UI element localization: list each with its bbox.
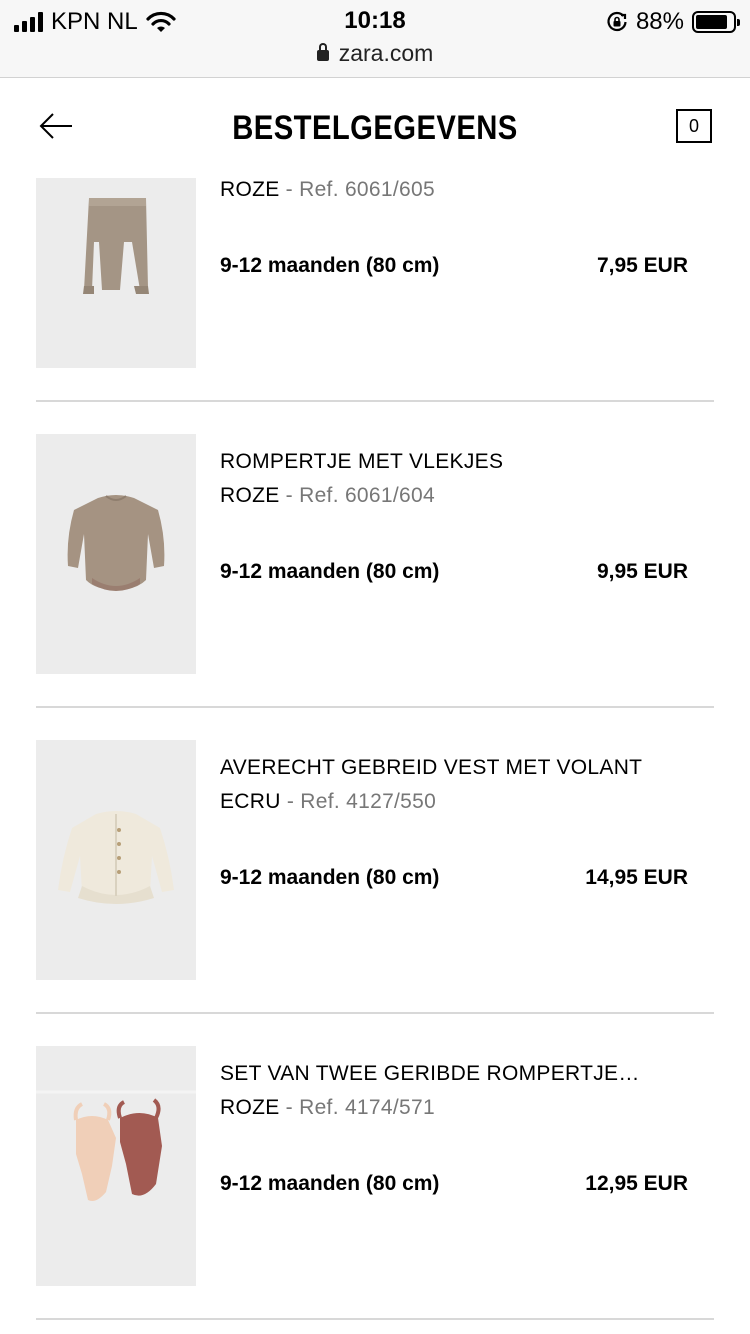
item-ref-number: Ref. 4127/550 bbox=[300, 790, 437, 813]
item-name: ROMPERTJE MET VLEKJES bbox=[220, 450, 504, 473]
ref-separator: - bbox=[279, 484, 300, 507]
order-item[interactable]: ROMPERTJE MET VLEKJES ROZE - Ref. 6061/6… bbox=[36, 434, 714, 674]
lock-icon bbox=[316, 43, 329, 61]
item-price: 12,95 EUR bbox=[585, 1172, 688, 1195]
product-image-cardigan[interactable] bbox=[36, 740, 196, 980]
divider bbox=[36, 1318, 714, 1320]
divider bbox=[36, 706, 714, 708]
item-color: ROZE bbox=[220, 178, 280, 201]
item-ref: ROZE - Ref. 6061/604 bbox=[220, 484, 714, 508]
item-price: 14,95 EUR bbox=[585, 866, 688, 889]
item-name: SET VAN TWEE GERIBDE ROMPERTJE… bbox=[220, 1062, 640, 1085]
orientation-lock-icon bbox=[607, 11, 627, 32]
order-item[interactable]: AVERECHT GEBREID VEST MET VOLANT ECRU - … bbox=[36, 740, 714, 980]
item-size-price: 9-12 maanden (80 cm) 7,95 EUR bbox=[220, 254, 688, 278]
page-header: BESTELGEGEVENS 0 bbox=[0, 79, 750, 175]
item-size-price: 9-12 maanden (80 cm) 9,95 EUR bbox=[220, 560, 688, 584]
item-ref: ROZE - Ref. 4174/571 bbox=[220, 1096, 714, 1120]
item-price: 9,95 EUR bbox=[596, 560, 688, 583]
bag-count: 0 bbox=[688, 115, 699, 136]
item-info: ROMPERTJE MET VLEKJES ROZE - Ref. 6061/6… bbox=[220, 450, 714, 508]
product-image-romper[interactable] bbox=[36, 434, 196, 674]
item-color: ROZE bbox=[220, 1096, 280, 1119]
item-size: 9-12 maanden (80 cm) bbox=[220, 560, 440, 583]
status-bar: KPN NL 10:18 88% zara.com bbox=[0, 0, 750, 78]
item-info: ROZE - Ref. 6061/605 bbox=[220, 178, 714, 202]
item-size-price: 9-12 maanden (80 cm) 14,95 EUR bbox=[220, 866, 688, 890]
status-right: 88% bbox=[606, 8, 740, 36]
item-price: 7,95 EUR bbox=[596, 254, 688, 277]
page-title: BESTELGEGEVENS bbox=[232, 109, 518, 147]
item-ref-number: Ref. 6061/605 bbox=[299, 178, 435, 201]
product-image-romper-set[interactable] bbox=[36, 1046, 196, 1286]
order-item[interactable]: ROZE - Ref. 6061/605 9-12 maanden (80 cm… bbox=[36, 178, 714, 368]
divider bbox=[36, 400, 714, 402]
order-item[interactable]: SET VAN TWEE GERIBDE ROMPERTJE… ROZE - R… bbox=[36, 1046, 714, 1286]
item-ref-number: Ref. 6061/604 bbox=[299, 484, 435, 507]
item-color: ECRU bbox=[220, 790, 281, 813]
url-text: zara.com bbox=[338, 40, 434, 66]
item-size: 9-12 maanden (80 cm) bbox=[220, 254, 440, 277]
item-size-price: 9-12 maanden (80 cm) 12,95 EUR bbox=[220, 1172, 688, 1196]
shopping-bag-icon[interactable]: 0 bbox=[676, 109, 712, 143]
address-bar[interactable]: zara.com bbox=[0, 40, 750, 67]
item-ref: ECRU - Ref. 4127/550 bbox=[220, 790, 714, 814]
product-image-leggings[interactable] bbox=[36, 178, 196, 368]
item-size: 9-12 maanden (80 cm) bbox=[220, 1172, 440, 1195]
item-info: SET VAN TWEE GERIBDE ROMPERTJE… ROZE - R… bbox=[220, 1062, 714, 1120]
item-name: AVERECHT GEBREID VEST MET VOLANT bbox=[220, 756, 643, 779]
item-ref-number: Ref. 4174/571 bbox=[299, 1096, 435, 1119]
item-color: ROZE bbox=[220, 484, 280, 507]
battery-icon bbox=[692, 11, 740, 33]
ref-separator: - bbox=[279, 178, 300, 201]
ref-separator: - bbox=[280, 790, 301, 813]
ref-separator: - bbox=[279, 1096, 300, 1119]
item-info: AVERECHT GEBREID VEST MET VOLANT ECRU - … bbox=[220, 756, 714, 814]
item-size: 9-12 maanden (80 cm) bbox=[220, 866, 440, 889]
divider bbox=[36, 1012, 714, 1014]
item-ref: ROZE - Ref. 6061/605 bbox=[220, 178, 714, 202]
battery-percent: 88% bbox=[635, 8, 684, 35]
